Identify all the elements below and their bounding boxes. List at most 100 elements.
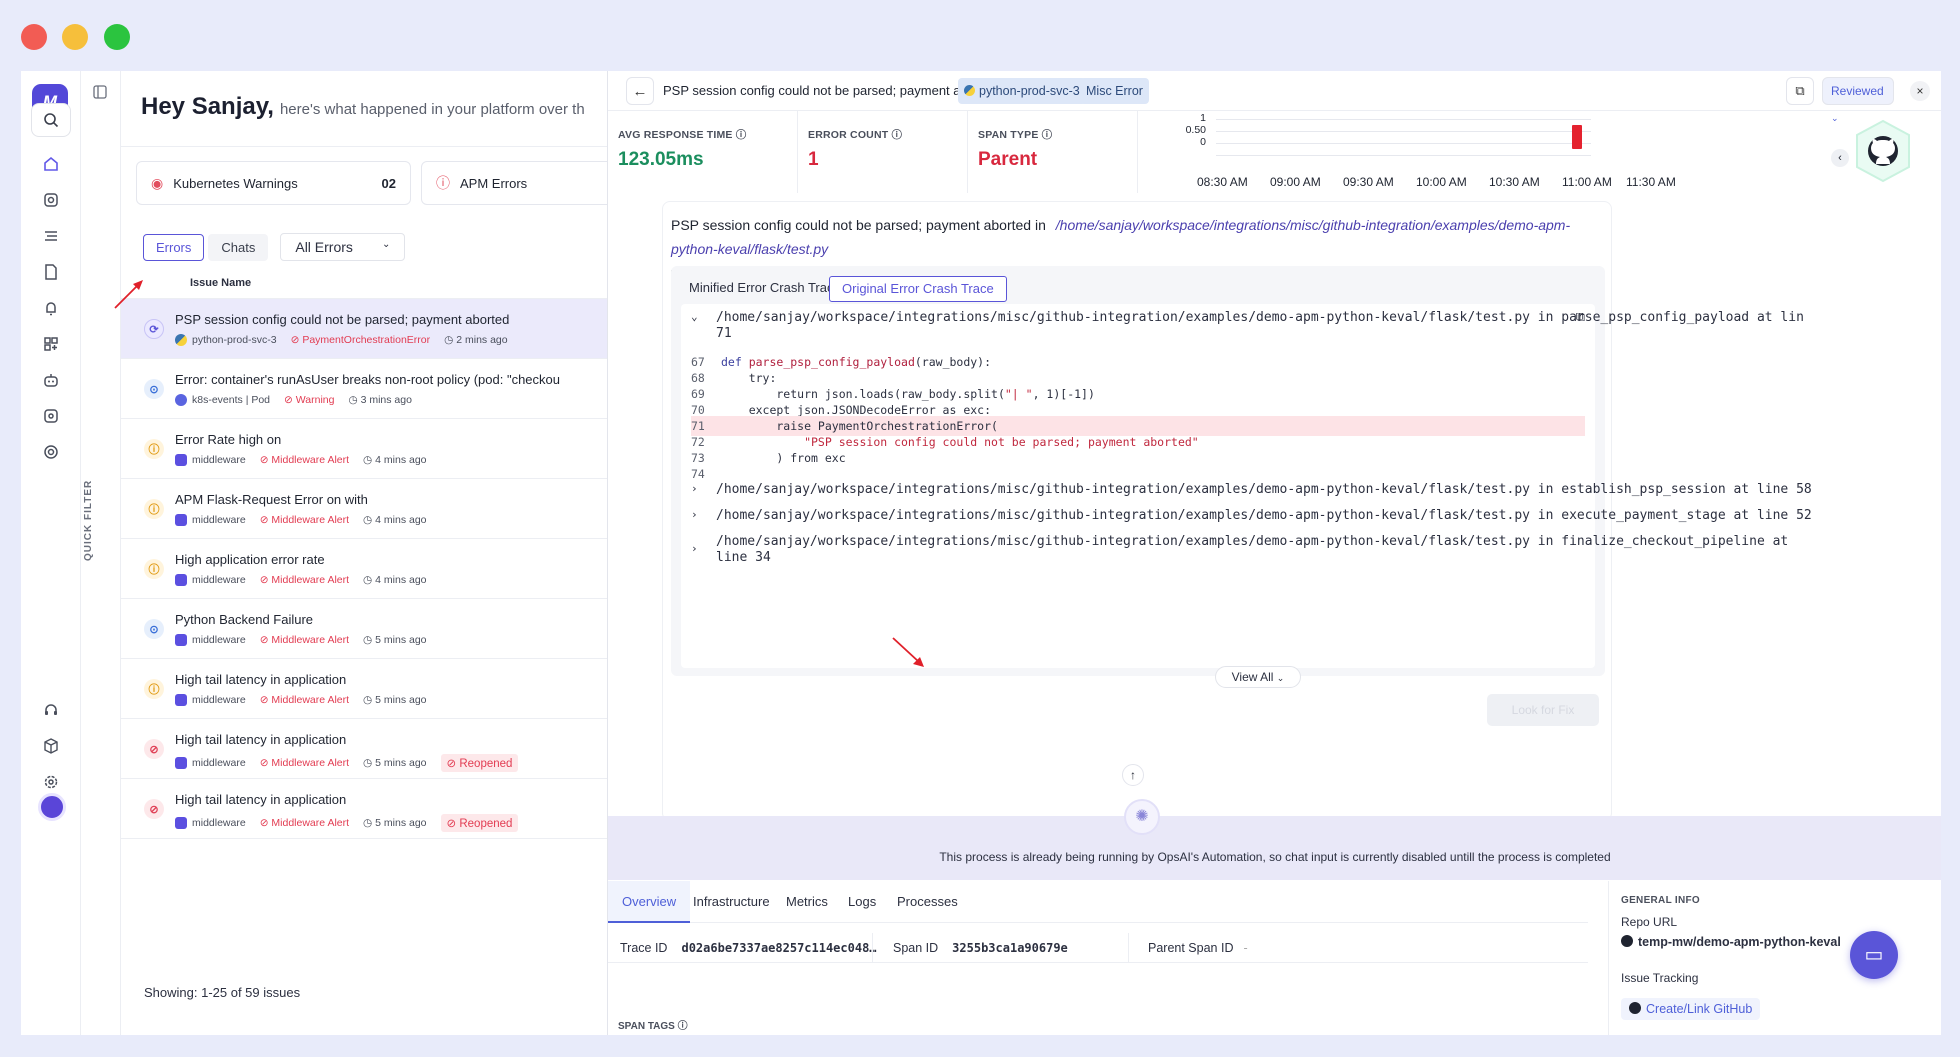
close-icon[interactable]: × [1910, 81, 1930, 101]
error-type-chip[interactable]: Misc Error [1080, 78, 1149, 104]
chevron-right-icon[interactable]: › [691, 482, 698, 495]
look-for-fix-button[interactable]: Look for Fix [1487, 694, 1599, 726]
issues-panel: Hey Sanjay, here's what happened in your … [121, 71, 627, 1035]
window-minimize-button[interactable] [62, 24, 88, 50]
issue-tracking-label: Issue Tracking [1621, 971, 1699, 985]
issue-error-type: ⊘ Middleware Alert [259, 514, 350, 526]
copy-link-button[interactable]: ⧉ [1786, 77, 1814, 105]
issue-source: middleware [192, 574, 246, 586]
issue-title: High tail latency in application [175, 732, 347, 747]
stack-frame[interactable]: › /home/sanjay/workspace/integrations/mi… [681, 534, 1788, 555]
issue-time: ◷ 5 mins ago [363, 817, 427, 829]
issue-row[interactable]: ⊘ High tail latency in application middlew… [121, 719, 627, 779]
logs-icon[interactable] [31, 219, 71, 253]
bot-icon[interactable] [31, 363, 71, 397]
panel-toggle-icon[interactable] [93, 85, 107, 103]
issue-source: middleware [192, 514, 246, 526]
reviewed-dropdown[interactable]: Reviewed ⌄ [1822, 77, 1894, 123]
apm-icon[interactable] [31, 255, 71, 289]
issue-title: APM Flask-Request Error on with [175, 492, 368, 507]
issue-status-icon: ⊙ [144, 379, 164, 399]
span-type-metric: SPAN TYPE ⓘ Parent [968, 111, 1138, 193]
issue-source: python-prod-svc-3 [192, 334, 277, 346]
tab-minified-trace[interactable]: Minified Error Crash Trace [677, 276, 853, 302]
service-chip[interactable]: python-prod-svc-3 [958, 78, 1086, 104]
span-id: Span ID 3255b3ca1a90679e [893, 941, 1068, 955]
repo-url[interactable]: temp-mw/demo-apm-python-keval [1621, 935, 1841, 949]
issue-row[interactable]: ⟳ PSP session config could not be parsed;… [121, 299, 627, 359]
copy-icon[interactable]: ⧉ [1576, 310, 1585, 325]
chevron-down-icon: ⌄ [1276, 673, 1285, 683]
settings-icon[interactable] [31, 435, 71, 469]
tab-processes[interactable]: Processes [883, 881, 972, 923]
window-close-button[interactable] [21, 24, 47, 50]
issue-error-type: ⊘ PaymentOrchestrationError [290, 334, 431, 346]
issue-source: middleware [192, 694, 246, 706]
avatar[interactable] [38, 793, 66, 821]
tab-metrics[interactable]: Metrics [772, 881, 842, 923]
metric-value: Parent [978, 149, 1038, 170]
info-icon[interactable]: ⓘ [892, 129, 903, 141]
pagination-summary: Showing: 1-25 of 59 issues [144, 985, 301, 1000]
issue-name-column[interactable]: Issue Name [121, 267, 627, 299]
back-button[interactable]: ← [626, 77, 654, 105]
kubernetes-warnings-card[interactable]: ◉ Kubernetes Warnings 02 [136, 161, 411, 205]
frame-path: /home/sanjay/workspace/integrations/misc… [716, 534, 1789, 549]
issue-row[interactable]: ⊙ Error: container's runAsUser breaks non… [121, 359, 627, 419]
greeting-title: Hey Sanjay, [141, 93, 274, 120]
error-bar[interactable] [1572, 125, 1582, 149]
issue-title: Python Backend Failure [175, 612, 314, 627]
search-icon[interactable] [31, 103, 71, 137]
issue-row[interactable]: ⊘ High tail latency in application middlew… [121, 779, 627, 839]
stack-frame[interactable]: › /home/sanjay/workspace/integrations/mi… [681, 482, 1812, 497]
info-icon[interactable]: ⓘ [736, 129, 747, 141]
issue-title: Error: container's runAsUser breaks non-… [175, 372, 560, 387]
source-icon [175, 334, 187, 346]
chevron-down-icon[interactable]: ⌄ [691, 310, 698, 323]
quick-filter-label[interactable]: QUICK FILTER [83, 480, 94, 561]
stack-frame[interactable]: › /home/sanjay/workspace/integrations/mi… [681, 508, 1812, 523]
source-icon [175, 394, 187, 406]
tab-errors[interactable]: Errors [143, 233, 205, 261]
tab-infrastructure[interactable]: Infrastructure [679, 881, 784, 923]
view-all-button[interactable]: View All ⌄ [1215, 666, 1301, 688]
create-link-github-button[interactable]: Create/Link GitHub [1621, 998, 1761, 1020]
issue-status-icon: ⓘ [144, 499, 164, 519]
issue-status-icon: ⊘ [144, 739, 164, 759]
error-icon[interactable] [31, 399, 71, 433]
issue-status-icon: ⓘ [144, 559, 164, 579]
alerts-icon[interactable] [31, 291, 71, 325]
x-tick: 09:00 AM [1270, 175, 1321, 189]
tab-overview[interactable]: Overview [608, 881, 691, 923]
issue-row[interactable]: ⊙ Python Backend Failure middleware ⊘ Middl… [121, 599, 627, 659]
infra-icon[interactable] [31, 183, 71, 217]
error-filter-select[interactable]: All Errors ⌄ [280, 233, 406, 261]
support-icon[interactable] [31, 693, 71, 727]
issue-row[interactable]: ⓘ High application error rate middleware ⊘ … [121, 539, 627, 599]
frame-path: /home/sanjay/workspace/integrations/misc… [716, 508, 1812, 523]
source-icon [175, 454, 187, 466]
issue-error-type: ⊘ Middleware Alert [259, 454, 350, 466]
info-icon[interactable]: ⓘ [1042, 129, 1053, 141]
package-icon[interactable] [31, 729, 71, 763]
issue-row[interactable]: ⓘ APM Flask-Request Error on with middlewa… [121, 479, 627, 539]
chat-button[interactable]: ▭ [1850, 931, 1898, 979]
issue-detail-panel: ← PSP session config could not be parsed… [607, 71, 1941, 1035]
issue-row[interactable]: ⓘ Error Rate high on middleware ⊘ Middlewar… [121, 419, 627, 479]
span-tags-heading: SPAN TAGS ⓘ [618, 1021, 688, 1032]
tab-chats[interactable]: Chats [208, 233, 269, 261]
reopened-badge: ⊘ Reopened [440, 754, 519, 772]
issue-row[interactable]: ⓘ High tail latency in application middlew… [121, 659, 627, 719]
info-icon[interactable]: ⓘ [678, 1021, 688, 1032]
chevron-right-icon[interactable]: › [691, 508, 698, 521]
tab-logs[interactable]: Logs [834, 881, 890, 923]
dashboard-icon[interactable] [31, 327, 71, 361]
window-maximize-button[interactable] [104, 24, 130, 50]
tab-original-trace[interactable]: Original Error Crash Trace [829, 276, 1007, 302]
arrow-up-icon[interactable]: ↑ [1122, 764, 1144, 786]
apm-errors-card[interactable]: ⓘ APM Errors [421, 161, 627, 205]
home-icon[interactable] [31, 147, 71, 181]
issue-time: ◷ 5 mins ago [363, 634, 427, 646]
span-id-row: Trace ID d02a6be7337ae8257c114ec048… Span… [608, 933, 1588, 963]
stack-frame[interactable]: ⌄ /home/sanjay/workspace/integrations/mi… [681, 310, 1804, 325]
